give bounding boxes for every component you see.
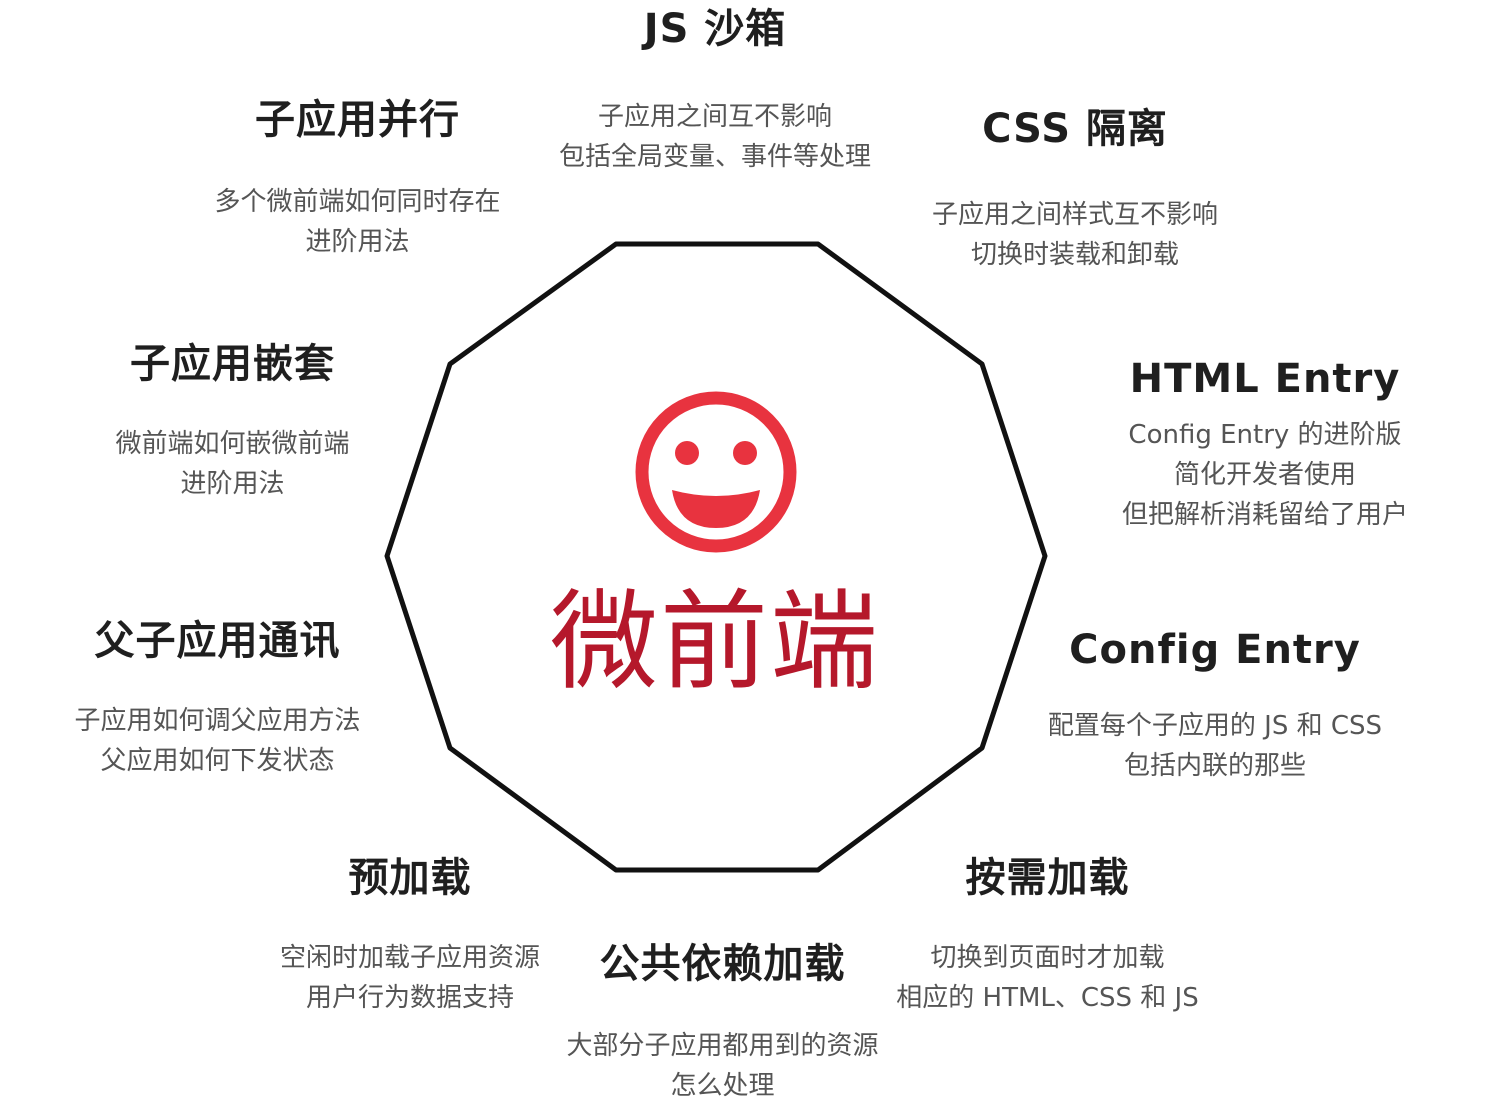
feature-description: 配置每个子应用的 JS 和 CSS 包括内联的那些 [1010, 706, 1420, 786]
smiley-right-eye [733, 441, 757, 465]
feature-title: 父子应用通讯 [94, 618, 341, 664]
feature-shared-dependencies: 公共依赖加载 大部分子应用都用到的资源 怎么处理 [540, 940, 905, 1106]
feature-description: 子应用如何调父应用方法 父应用如何下发状态 [50, 701, 385, 781]
smiley-mouth [672, 490, 760, 528]
feature-html-entry: HTML Entry Config Entry 的进阶版 简化开发者使用 但把解… [1085, 355, 1445, 535]
feature-parent-child-communication: 父子应用通讯 子应用如何调父应用方法 父应用如何下发状态 [50, 617, 385, 781]
description-line: 子应用之间互不影响 [597, 102, 832, 132]
feature-title: CSS 隔离 [982, 106, 1168, 152]
description-line: 但把解析消耗留给了用户 [1121, 500, 1408, 530]
description-line: 子应用之间样式互不影响 [931, 200, 1218, 230]
center-title: 微前端 [549, 580, 880, 705]
description-line: Config Entry 的进阶版 [1128, 420, 1402, 450]
feature-title: JS 沙箱 [643, 6, 787, 52]
feature-description: 大部分子应用都用到的资源 怎么处理 [540, 1026, 905, 1106]
feature-description: 子应用之间样式互不影响 切换时装载和卸载 [890, 195, 1260, 275]
feature-title: HTML Entry [1129, 356, 1401, 402]
feature-description: Config Entry 的进阶版 简化开发者使用 但把解析消耗留给了用户 [1085, 415, 1445, 535]
smiley-face-icon [635, 391, 797, 553]
feature-title: 子应用并行 [255, 97, 460, 143]
feature-parallel: 子应用并行 多个微前端如何同时存在 进阶用法 [190, 96, 525, 262]
smiley-left-eye [675, 441, 699, 465]
feature-description: 多个微前端如何同时存在 进阶用法 [190, 182, 525, 262]
feature-nesting: 子应用嵌套 微前端如何嵌微前端 进阶用法 [85, 340, 380, 504]
micro-frontend-diagram: 微前端 JS 沙箱 子应用之间互不影响 包括全局变量、事件等处理 CSS 隔离 … [0, 0, 1500, 1119]
feature-description: 子应用之间互不影响 包括全局变量、事件等处理 [500, 97, 930, 177]
description-line: 微前端如何嵌微前端 [115, 429, 350, 459]
description-line: 配置每个子应用的 JS 和 CSS [1047, 711, 1383, 741]
description-line: 进阶用法 [305, 227, 410, 257]
feature-on-demand-loading: 按需加载 切换到页面时才加载 相应的 HTML、CSS 和 JS [860, 854, 1235, 1018]
feature-description: 微前端如何嵌微前端 进阶用法 [85, 424, 380, 504]
description-line: 进阶用法 [180, 469, 285, 499]
feature-title: 预加载 [348, 855, 472, 901]
feature-config-entry: Config Entry 配置每个子应用的 JS 和 CSS 包括内联的那些 [1010, 626, 1420, 786]
feature-title: 子应用嵌套 [130, 341, 335, 387]
feature-title: Config Entry [1069, 627, 1361, 673]
description-line: 包括全局变量、事件等处理 [558, 142, 871, 172]
description-line: 父应用如何下发状态 [100, 746, 335, 776]
decagon-shape [384, 241, 1048, 873]
feature-title: 公共依赖加载 [599, 941, 846, 987]
description-line: 切换时装载和卸载 [970, 240, 1179, 270]
description-line: 简化开发者使用 [1173, 460, 1356, 490]
description-line: 切换到页面时才加载 [930, 943, 1165, 973]
feature-css-isolation: CSS 隔离 子应用之间样式互不影响 切换时装载和卸载 [890, 105, 1260, 275]
description-line: 怎么处理 [670, 1071, 775, 1101]
description-line: 用户行为数据支持 [305, 983, 514, 1013]
description-line: 空闲时加载子应用资源 [279, 943, 540, 973]
feature-description: 空闲时加载子应用资源 用户行为数据支持 [255, 938, 565, 1018]
description-line: 多个微前端如何同时存在 [214, 187, 501, 217]
description-line: 大部分子应用都用到的资源 [566, 1031, 879, 1061]
description-line: 包括内联的那些 [1123, 751, 1306, 781]
description-line: 相应的 HTML、CSS 和 JS [896, 983, 1199, 1013]
feature-title: 按需加载 [965, 855, 1130, 901]
description-line: 子应用如何调父应用方法 [74, 706, 361, 736]
feature-js-sandbox: JS 沙箱 子应用之间互不影响 包括全局变量、事件等处理 [500, 5, 930, 177]
feature-preload: 预加载 空闲时加载子应用资源 用户行为数据支持 [255, 854, 565, 1018]
feature-description: 切换到页面时才加载 相应的 HTML、CSS 和 JS [860, 938, 1235, 1018]
